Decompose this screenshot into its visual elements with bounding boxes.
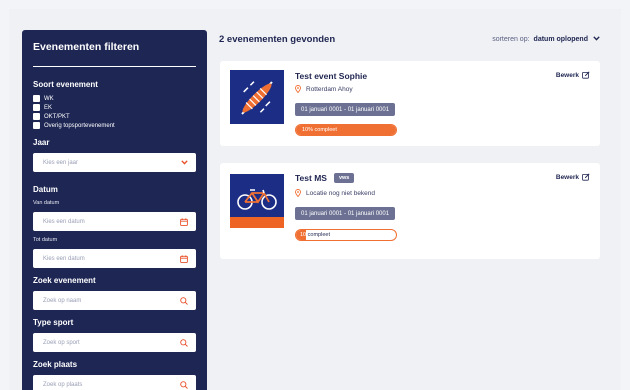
sport-search-placeholder: Zoek op sport (43, 339, 80, 346)
progress-text-main: compleet (307, 232, 330, 238)
chevron-down-icon (181, 160, 188, 165)
results-count: 2 evenementen gevonden (219, 33, 336, 45)
search-icon (180, 380, 188, 389)
edit-icon (582, 173, 590, 181)
to-date-input[interactable]: Kies een datum (33, 249, 196, 268)
results-header: 2 evenementen gevonden sorteren op: datu… (219, 33, 600, 45)
calendar-icon (180, 217, 188, 226)
progress-bar: 10% compleet (295, 124, 397, 136)
place-search-input[interactable]: Zoek op plaats (33, 375, 196, 390)
location-pin-icon (295, 189, 301, 197)
year-select[interactable]: Kies een jaar (33, 153, 196, 172)
edit-icon (582, 71, 590, 79)
chevron-down-icon (593, 35, 600, 43)
event-search-placeholder: Zoek op naam (43, 297, 82, 304)
event-title: Test MS vws (295, 173, 355, 183)
from-date-input[interactable]: Kies een datum (33, 212, 196, 231)
event-date-range: 01 januari 0001 - 01 januari 0001 (295, 103, 396, 116)
event-search-heading: Zoek evenement (33, 276, 96, 285)
event-search-input[interactable]: Zoek op naam (33, 291, 196, 310)
event-date-range: 01 januari 0001 - 01 januari 0001 (295, 207, 396, 220)
thumb-ground (230, 217, 284, 228)
event-title-text: Test event Sophie (295, 71, 368, 81)
date-heading: Datum (33, 185, 58, 194)
edit-button[interactable]: Bewerk (556, 173, 590, 181)
progress-text: 10% compleet (302, 127, 337, 133)
from-date-placeholder: Kies een datum (43, 218, 85, 225)
year-heading: Jaar (33, 138, 50, 147)
checkbox-overig[interactable]: Overig topsportevenement (33, 121, 196, 130)
sport-heading: Type sport (33, 318, 74, 327)
filter-sidebar: Evenementen filteren Soort evenement WK … (22, 30, 207, 390)
progress-text: 10 compleet (300, 230, 330, 240)
event-card[interactable]: Test event Sophie Rotterdam Ahoy 01 janu… (220, 61, 600, 146)
checkbox-label: OKT/PKT (44, 113, 70, 120)
checkbox-box[interactable] (33, 113, 40, 120)
checkbox-box[interactable] (33, 122, 40, 129)
place-search-placeholder: Zoek op plaats (43, 381, 83, 388)
event-title-text: Test MS (295, 173, 327, 183)
to-date-placeholder: Kies een datum (43, 255, 85, 262)
checkbox-label: Overig topsportevenement (44, 122, 115, 129)
place-heading: Zoek plaats (33, 360, 78, 369)
sort-dropdown[interactable]: sorteren op: datum oplopend (492, 36, 600, 43)
sort-value: datum oplopend (533, 35, 588, 43)
search-icon (180, 338, 188, 347)
checkbox-ek[interactable]: EK (33, 103, 196, 112)
event-location-text: Locatie nog niet bekend (306, 189, 376, 197)
cycling-icon (230, 174, 284, 228)
location-pin-icon (295, 85, 301, 93)
checkbox-box[interactable] (33, 95, 40, 102)
year-placeholder: Kies een jaar (43, 159, 79, 166)
checkbox-box[interactable] (33, 104, 40, 111)
event-card[interactable]: Test MS vws Locatie nog niet bekend 01 j… (220, 163, 600, 259)
edit-label: Bewerk (555, 71, 579, 79)
rowing-icon (230, 70, 284, 124)
sport-search-input[interactable]: Zoek op sport (33, 333, 196, 352)
progress-text-prefix: 10 (300, 232, 307, 238)
checkbox-wk[interactable]: WK (33, 94, 196, 103)
event-location-text: Rotterdam Ahoy (306, 85, 353, 93)
from-date-label: Van datum (33, 200, 60, 206)
checkbox-label: EK (44, 104, 53, 111)
sidebar-title: Evenementen filteren (33, 41, 140, 53)
event-title: Test event Sophie (295, 71, 367, 81)
checkbox-okt-pkt[interactable]: OKT/PKT (33, 112, 196, 121)
divider (33, 66, 196, 67)
event-type-list: WK EK OKT/PKT Overig topsportevenement (33, 94, 196, 130)
event-location: Rotterdam Ahoy (295, 85, 353, 93)
edit-label: Bewerk (555, 173, 579, 181)
edit-button[interactable]: Bewerk (556, 71, 590, 79)
progress-bar: 10 compleet (295, 229, 397, 241)
checkbox-label: WK (44, 95, 54, 102)
calendar-icon (180, 254, 188, 263)
to-date-label: Tot datum (33, 237, 58, 243)
sort-label: sorteren op: (492, 35, 530, 43)
search-icon (180, 296, 188, 305)
status-badge: vws (333, 173, 355, 183)
event-location: Locatie nog niet bekend (295, 189, 375, 197)
event-type-heading: Soort evenement (33, 80, 98, 89)
